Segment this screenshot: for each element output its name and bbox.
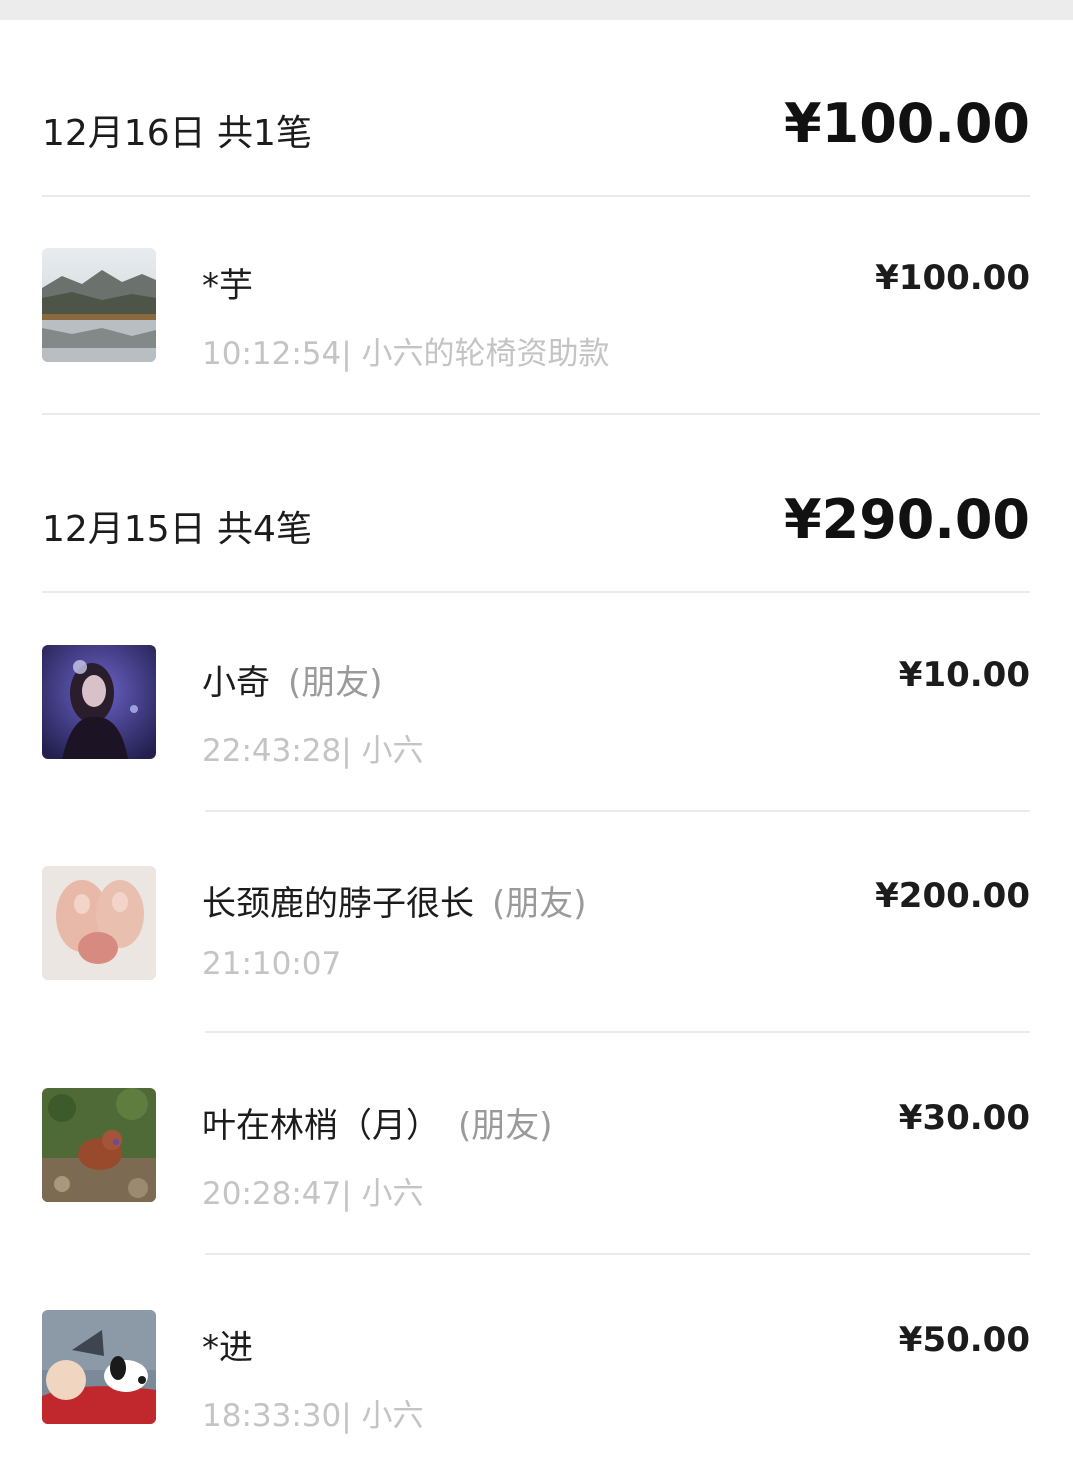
record-meta: 10:12:54| 小六的轮椅资助款 (202, 336, 610, 372)
divider (205, 810, 1030, 812)
payer-name: *芋 (202, 266, 253, 306)
day-header-dec16: 12月16日 共1笔 ¥100.00 (42, 92, 1030, 155)
friend-tag: (朋友) (458, 1106, 553, 1146)
divider (42, 413, 1040, 415)
day-total: ¥290.00 (784, 488, 1030, 551)
list-item[interactable]: 长颈鹿的脖子很长 (朋友) 21:10:07 ¥200.00 (42, 866, 1030, 982)
record-amount: ¥10.00 (898, 655, 1030, 695)
day-label: 12月15日 共4笔 (42, 509, 312, 550)
top-strip (0, 0, 1073, 20)
list-item[interactable]: 小奇 (朋友) 22:43:28| 小六 ¥10.00 (42, 645, 1030, 769)
record-meta: 22:43:28| 小六 (202, 733, 424, 769)
avatar (42, 1088, 156, 1202)
day-total: ¥100.00 (784, 92, 1030, 155)
list-item[interactable]: *芋 10:12:54| 小六的轮椅资助款 ¥100.00 (42, 248, 1030, 372)
friend-tag: (朋友) (492, 884, 587, 924)
friend-tag: (朋友) (288, 663, 383, 703)
record-meta: 21:10:07 (202, 946, 342, 982)
list-item[interactable]: *进 18:33:30| 小六 ¥50.00 (42, 1310, 1030, 1434)
divider (205, 1031, 1030, 1033)
divider (205, 1253, 1030, 1255)
payer-name: 小奇 (朋友) (202, 663, 383, 703)
record-amount: ¥30.00 (898, 1098, 1030, 1138)
divider (42, 195, 1030, 197)
avatar (42, 866, 156, 980)
record-amount: ¥200.00 (875, 876, 1030, 916)
list-item[interactable]: 叶在林梢（月） (朋友) 20:28:47| 小六 ¥30.00 (42, 1088, 1030, 1212)
record-amount: ¥100.00 (875, 258, 1030, 298)
payer-name: 长颈鹿的脖子很长 (朋友) (202, 884, 587, 924)
payer-name: *进 (202, 1328, 253, 1368)
record-meta: 18:33:30| 小六 (202, 1398, 424, 1434)
day-header-dec15: 12月15日 共4笔 ¥290.00 (42, 488, 1030, 551)
avatar (42, 248, 156, 362)
record-meta: 20:28:47| 小六 (202, 1176, 424, 1212)
day-label: 12月16日 共1笔 (42, 113, 312, 154)
record-amount: ¥50.00 (898, 1320, 1030, 1360)
payer-name: 叶在林梢（月） (朋友) (202, 1106, 553, 1146)
avatar (42, 645, 156, 759)
divider (42, 591, 1030, 593)
avatar (42, 1310, 156, 1424)
